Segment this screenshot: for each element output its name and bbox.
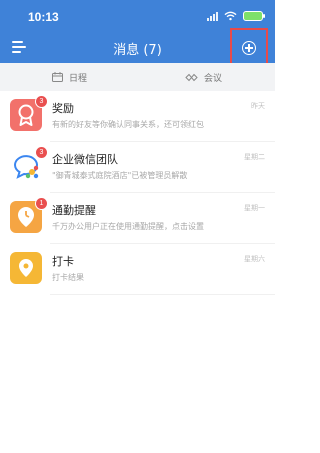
list-item[interactable]: 3 奖励 有新的好友等你确认同事关系，还可领红包 昨天 xyxy=(0,91,275,142)
list-item[interactable]: 打卡 打卡结果 星期六 xyxy=(0,244,275,295)
status-icons xyxy=(207,11,265,21)
message-preview: 打卡结果 xyxy=(52,273,84,282)
message-preview: 有新的好友等你确认同事关系，还可领红包 xyxy=(52,120,204,129)
tab-schedule-label: 日程 xyxy=(69,73,88,84)
signal-icon xyxy=(207,11,218,21)
meeting-icon xyxy=(185,73,198,81)
tab-meeting[interactable]: 会议 xyxy=(185,63,222,91)
message-preview: "御青城泰式庭院酒店"已被管理员解散 xyxy=(52,171,188,180)
add-button[interactable] xyxy=(230,28,268,68)
message-sender: 企业微信团队 xyxy=(52,153,118,166)
list-item[interactable]: 1 通勤提醒 千万办公用户正在使用通勤提醒，点击设置 星期一 xyxy=(0,193,275,244)
status-time: 10:13 xyxy=(28,10,59,24)
message-preview: 千万办公用户正在使用通勤提醒，点击设置 xyxy=(52,222,204,231)
top-bar: 10:13 消息 (7) xyxy=(0,0,275,68)
list-item[interactable]: 3 企业微信团队 "御青城泰式庭院酒店"已被管理员解散 星期二 xyxy=(0,142,275,193)
plus-circle-icon xyxy=(242,41,256,55)
message-time: 星期二 xyxy=(244,153,265,161)
message-time: 星期六 xyxy=(244,255,265,263)
message-sender: 奖励 xyxy=(52,102,74,115)
tab-schedule[interactable]: 日程 xyxy=(52,63,87,91)
unread-badge: 1 xyxy=(35,197,48,210)
calendar-icon xyxy=(52,72,63,82)
message-time: 星期一 xyxy=(244,204,265,212)
location-pin-icon xyxy=(10,252,42,284)
message-time: 昨天 xyxy=(251,102,265,110)
tab-bar: 日程 会议 xyxy=(0,63,275,91)
unread-badge: 3 xyxy=(35,146,48,159)
tab-meeting-label: 会议 xyxy=(204,73,223,84)
unread-badge: 3 xyxy=(35,95,48,108)
message-sender: 打卡 xyxy=(52,255,74,268)
message-sender: 通勤提醒 xyxy=(52,204,96,217)
battery-icon xyxy=(243,11,265,21)
wifi-icon xyxy=(224,11,237,21)
message-list: 3 奖励 有新的好友等你确认同事关系，还可领红包 昨天 3 企业微信团队 "御青… xyxy=(0,91,275,295)
